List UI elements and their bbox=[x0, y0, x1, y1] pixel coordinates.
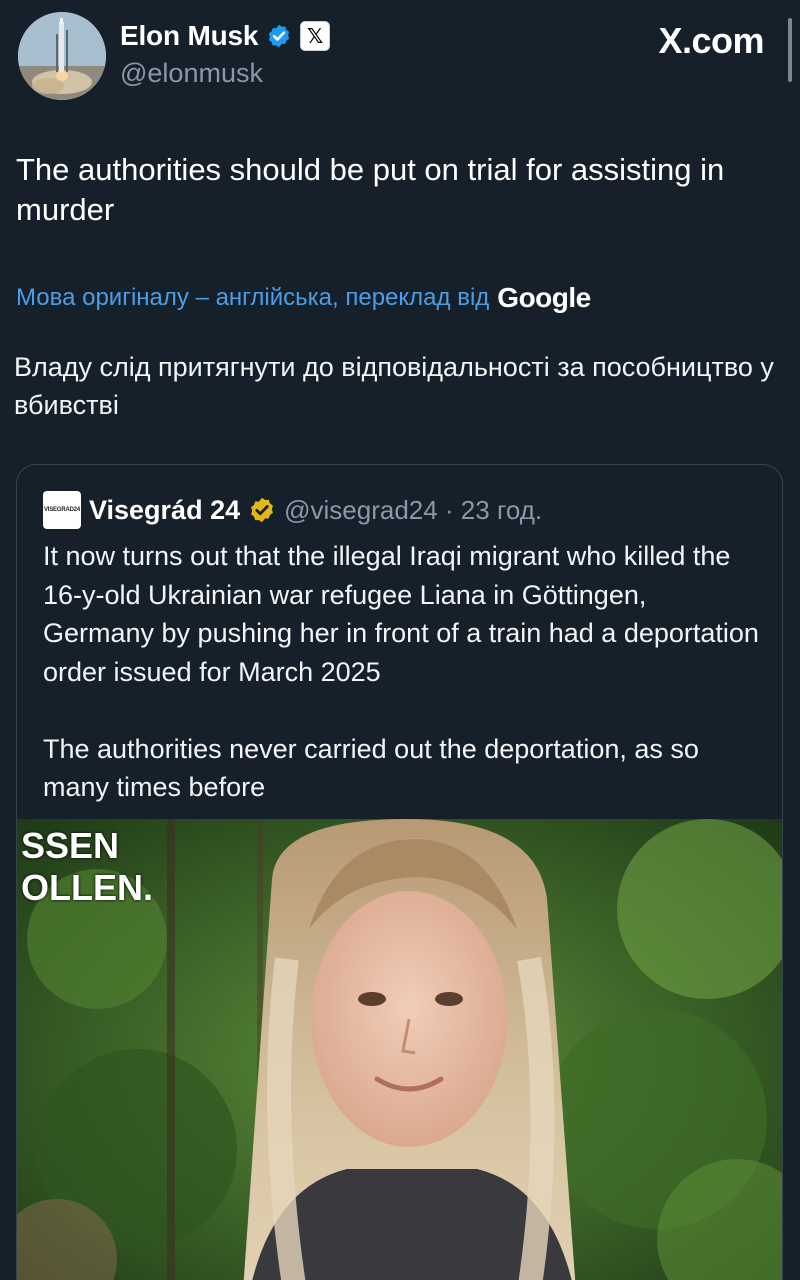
rocket-launch-image bbox=[18, 12, 106, 100]
translation-link[interactable]: Мова оригіналу – англійська, переклад ві… bbox=[16, 284, 489, 312]
brand-logo: X.com bbox=[658, 20, 764, 61]
tweet-text: The authorities should be put on trial f… bbox=[16, 152, 725, 227]
author-handle[interactable]: @elonmusk bbox=[120, 58, 263, 89]
avatar[interactable] bbox=[18, 12, 106, 100]
translated-text: Владу слід притягнути до відповідальност… bbox=[14, 352, 774, 420]
quoted-tweet-text: It now turns out that the illegal Iraqi … bbox=[43, 537, 763, 845]
quoted-author-name[interactable]: Visegrád 24 bbox=[89, 495, 240, 526]
google-logo: Google bbox=[497, 282, 591, 313]
tweet-header: Elon Musk 𝕏 @elonmusk X.com bbox=[18, 12, 778, 102]
verified-badge-icon bbox=[269, 24, 290, 48]
gold-verified-badge-icon bbox=[251, 497, 274, 523]
quoted-tweet-card[interactable]: VISEGRAD24 Visegrád 24 @visegrad24 · 23 … bbox=[16, 464, 783, 1280]
photo-overlay-line: OLLEN. bbox=[21, 867, 153, 908]
quoted-avatar[interactable]: VISEGRAD24 bbox=[43, 491, 81, 529]
quoted-handle-time[interactable]: @visegrad24 · 23 год. bbox=[284, 495, 542, 526]
quoted-tweet-photo[interactable]: SSEN OLLEN. bbox=[17, 819, 782, 1280]
x-affiliate-icon[interactable]: 𝕏 bbox=[300, 21, 331, 51]
quoted-paragraph: It now turns out that the illegal Iraqi … bbox=[43, 541, 759, 687]
quoted-tweet-header: VISEGRAD24 Visegrád 24 @visegrad24 · 23 … bbox=[43, 491, 542, 529]
photo-overlay-text: SSEN OLLEN. bbox=[21, 825, 153, 909]
author-name[interactable]: Elon Musk bbox=[120, 20, 258, 52]
photo-overlay-line: SSEN bbox=[21, 825, 120, 866]
scrollbar[interactable] bbox=[788, 18, 792, 82]
translation-attribution: Мова оригіналу – англійська, переклад ві… bbox=[16, 282, 591, 314]
quoted-paragraph: The authorities never carried out the de… bbox=[43, 733, 699, 803]
